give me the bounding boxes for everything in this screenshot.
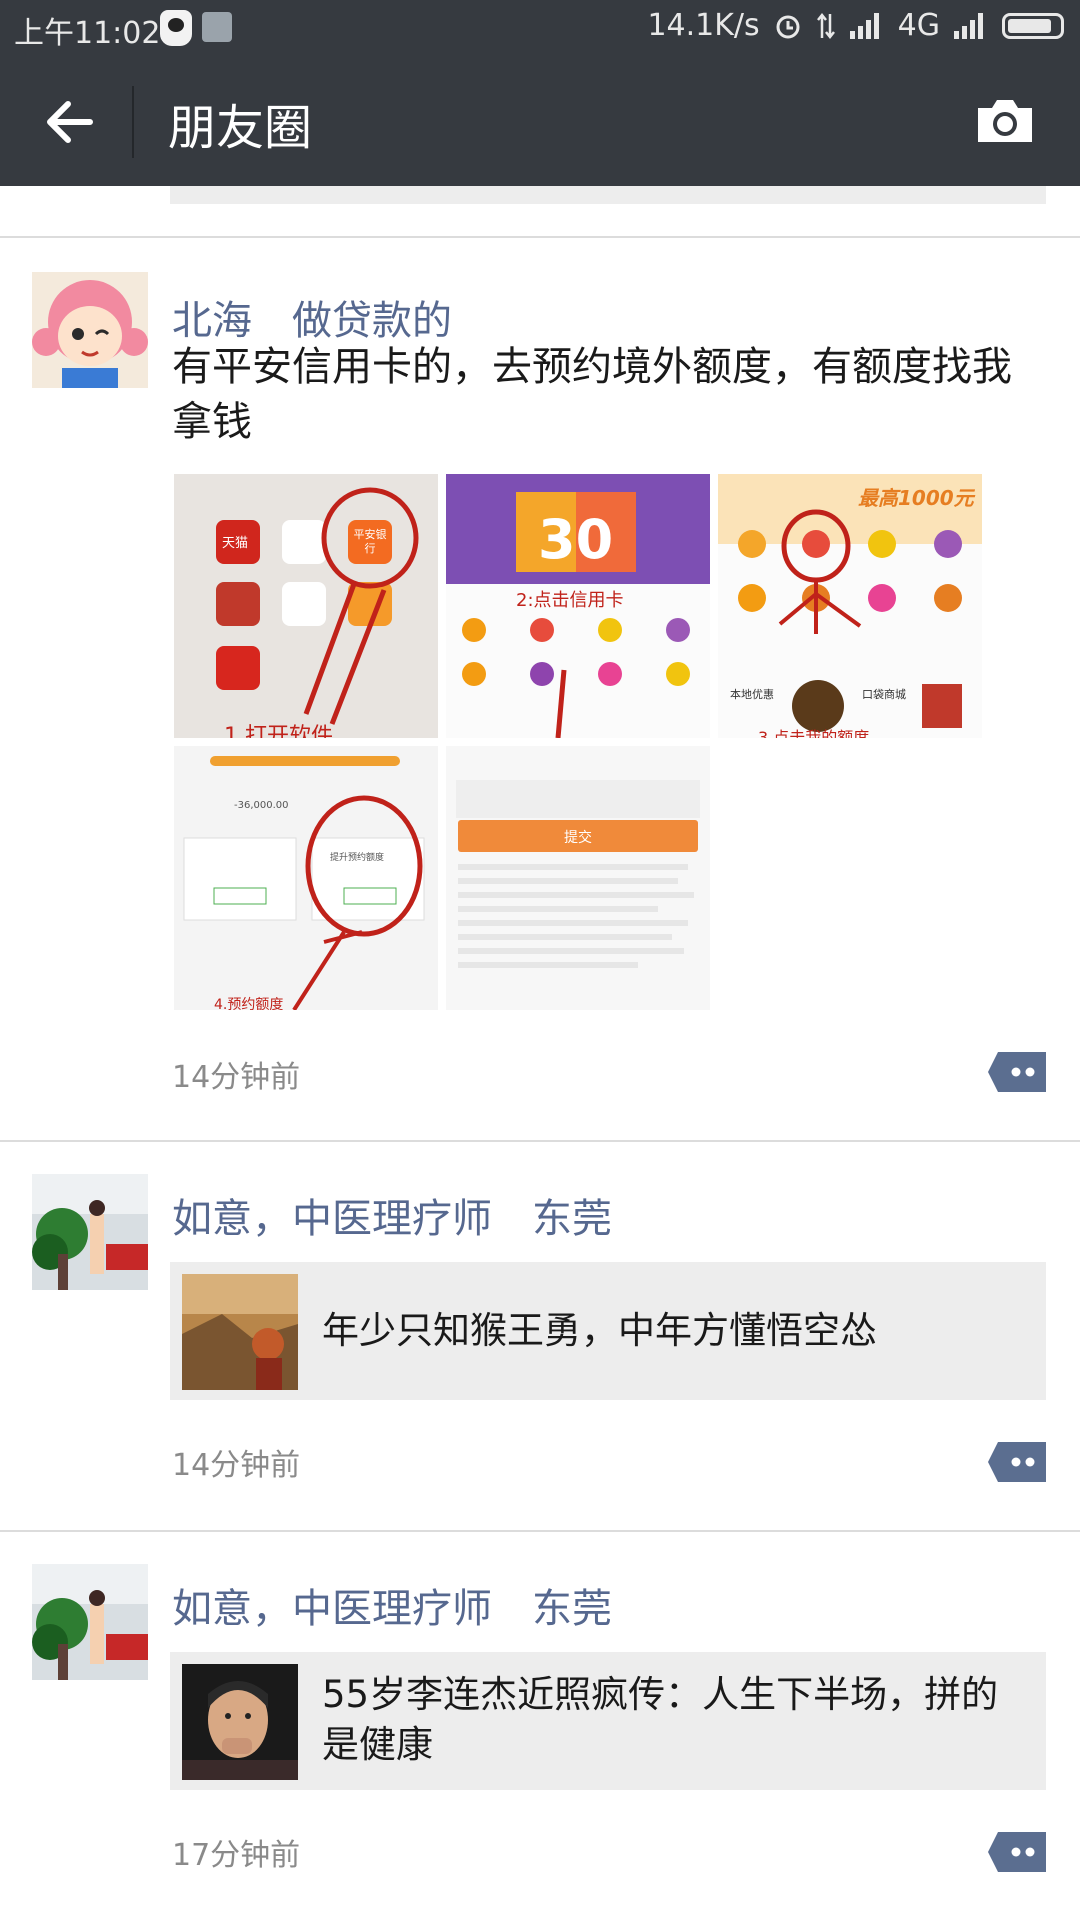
post-author-name[interactable]: 如意，中医理疗师 东莞	[172, 1186, 612, 1244]
image-5-label-submit: 提交	[564, 830, 592, 846]
post-image-3[interactable]: 最高1000元 本地优惠 口袋商城 3.点击我的额度	[718, 474, 982, 738]
network-type: 4G	[897, 8, 940, 43]
comment-dots-icon[interactable]	[986, 1052, 1046, 1092]
avatar[interactable]	[32, 272, 148, 388]
link-title: 年少只知猴王勇，中年方懂悟空怂	[322, 1309, 877, 1352]
back-arrow-icon[interactable]	[40, 92, 100, 152]
image-2-label-step: 2:点击信用卡	[516, 590, 624, 611]
signal-icon-2	[954, 12, 988, 39]
link-title: 55岁李连杰近照疯传：人生下半场，拼的是健康	[322, 1673, 999, 1766]
cartoon-girl-avatar	[32, 272, 148, 388]
post-time: 17分钟前	[172, 1838, 301, 1873]
image-1-label-bank: 平安银行	[353, 528, 387, 555]
status-time: 上午11:02	[14, 16, 161, 51]
image-2-label-30: 30	[538, 508, 614, 571]
post-image-4[interactable]: -36,000.00 提升预约额度 4.预约额度	[174, 746, 438, 1010]
image-4-label-step: 4.预约额度	[214, 997, 284, 1010]
camera-icon[interactable]	[974, 96, 1036, 146]
previous-post-card-tail	[170, 186, 1046, 204]
post-author-name[interactable]: 北海 做贷款的	[172, 288, 452, 346]
post-separator	[0, 1530, 1080, 1532]
data-transfer-icon	[816, 12, 835, 39]
comment-dots-icon[interactable]	[986, 1832, 1046, 1872]
battery-icon	[1002, 12, 1064, 39]
comment-dots-icon[interactable]	[986, 1442, 1046, 1482]
nav-bar: 朋友圈	[0, 56, 1080, 186]
post-image-5[interactable]: 提交	[446, 746, 710, 1010]
shared-link-card[interactable]: 55岁李连杰近照疯传：人生下半场，拼的是健康	[170, 1652, 1046, 1790]
page-title: 朋友圈	[168, 100, 313, 156]
avatar[interactable]	[32, 1174, 148, 1290]
nav-divider	[132, 86, 134, 158]
photo-avatar	[32, 1174, 148, 1290]
avatar[interactable]	[32, 1564, 148, 1680]
image-3-label-max: 最高1000元	[858, 486, 974, 510]
signal-icon	[849, 12, 884, 39]
image-3-label-mall: 口袋商城	[862, 688, 906, 701]
image-3-label-local: 本地优惠	[730, 688, 774, 701]
post-separator	[0, 1140, 1080, 1142]
post-time: 14分钟前	[172, 1448, 301, 1483]
photo-avatar	[32, 1564, 148, 1680]
post-image-2[interactable]: 30 2:点击信用卡	[446, 474, 710, 738]
link-thumbnail	[182, 1274, 298, 1390]
network-speed: 14.1K/s	[647, 8, 760, 43]
alarm-icon	[776, 15, 800, 38]
post-author-name[interactable]: 如意，中医理疗师 东莞	[172, 1576, 612, 1634]
image-4-label-amount: -36,000.00	[234, 800, 289, 811]
post-text: 有平安信用卡的，去预约境外额度，有额度找我拿钱	[172, 344, 1012, 445]
link-thumbnail	[182, 1664, 298, 1780]
shared-link-card[interactable]: 年少只知猴王勇，中年方懂悟空怂	[170, 1262, 1046, 1400]
post-separator	[0, 236, 1080, 238]
image-3-label-step: 3.点击我的额度	[758, 728, 870, 738]
image-4-label-raise: 提升预约额度	[330, 853, 385, 863]
image-1-label-tmall: 天猫	[222, 536, 249, 551]
qq-notification-icon	[160, 10, 192, 46]
document-notification-icon	[202, 12, 232, 42]
post-time: 14分钟前	[172, 1060, 301, 1095]
post-image-1[interactable]: 天猫 平安银行 1.打开软件	[174, 474, 438, 738]
image-1-label-step: 1.打开软件	[224, 724, 333, 738]
status-bar: 上午11:02 14.1K/s 4G	[0, 0, 1080, 56]
